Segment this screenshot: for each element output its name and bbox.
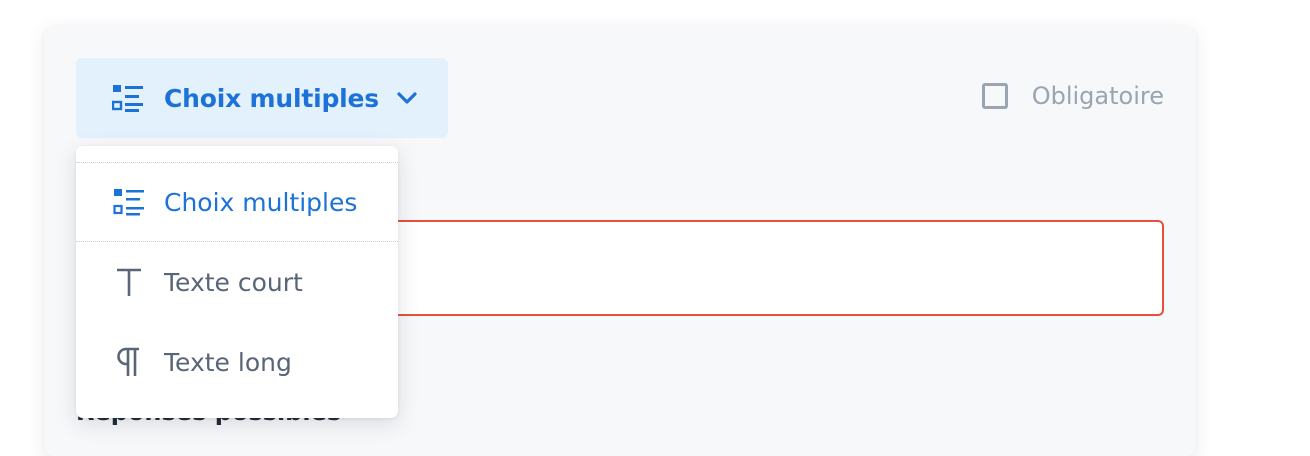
menu-item-label: Texte court	[164, 267, 303, 297]
text-t-icon	[112, 266, 146, 298]
required-label: Obligatoire	[1031, 82, 1164, 110]
list-icon	[112, 85, 143, 112]
pilcrow-icon	[112, 346, 146, 378]
menu-item-label: Choix multiples	[164, 187, 358, 217]
menu-item-texte-court[interactable]: Texte court	[76, 242, 398, 322]
required-toggle[interactable]: Obligatoire	[981, 82, 1164, 110]
list-icon	[112, 186, 146, 218]
question-type-menu: Choix multiples Texte court Texte long	[76, 146, 398, 418]
menu-item-texte-long[interactable]: Texte long	[76, 322, 398, 402]
question-type-dropdown-button[interactable]: Choix multiples	[76, 58, 448, 138]
menu-item-label: Texte long	[164, 347, 292, 377]
question-title-input[interactable]	[300, 220, 1164, 316]
question-type-selected-label: Choix multiples	[164, 83, 379, 113]
chevron-down-icon	[397, 92, 417, 104]
required-checkbox[interactable]	[981, 83, 1008, 109]
menu-item-choix-multiples[interactable]: Choix multiples	[76, 162, 398, 242]
